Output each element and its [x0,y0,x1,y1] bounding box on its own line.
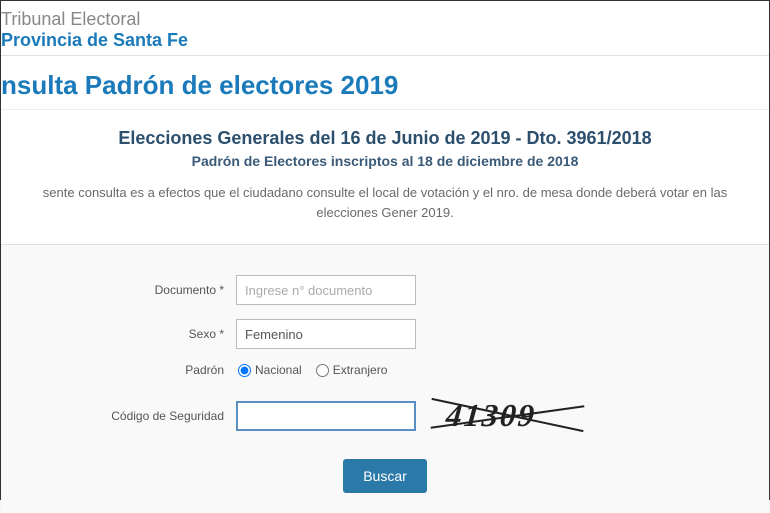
codigo-label: Código de Seguridad [21,409,236,423]
padron-row: Padrón Nacional Extranjero [21,363,749,377]
captcha-image: 41309 [428,391,578,441]
padron-nacional-radio[interactable] [238,364,251,377]
button-row: Buscar [21,459,749,493]
padron-extranjero-radio[interactable] [316,364,329,377]
election-description: sente consulta es a efectos que el ciuda… [11,183,759,222]
sexo-row: Sexo * [21,319,749,349]
header-org-line2: Provincia de Santa Fe [1,30,769,51]
padron-label: Padrón [21,363,236,377]
documento-label: Documento * [21,283,236,297]
padron-nacional-label[interactable]: Nacional [255,363,302,377]
page-title: nsulta Padrón de electores 2019 [1,56,769,110]
sexo-select[interactable] [236,319,416,349]
election-title: Elecciones Generales del 16 de Junio de … [11,128,759,149]
election-subtitle: Padrón de Electores inscriptos al 18 de … [11,153,759,169]
site-header: Tribunal Electoral Provincia de Santa Fe [1,1,769,56]
padron-radio-group: Nacional Extranjero [236,363,395,377]
padron-extranjero-label[interactable]: Extranjero [333,363,388,377]
sexo-label: Sexo * [21,327,236,341]
header-org-line1: Tribunal Electoral [1,9,769,30]
documento-input[interactable] [236,275,416,305]
codigo-row: Código de Seguridad 41309 [21,391,749,441]
codigo-input[interactable] [236,401,416,431]
buscar-button[interactable]: Buscar [343,459,427,493]
search-form: Documento * Sexo * Padrón Nacional Extra… [1,245,769,513]
info-section: Elecciones Generales del 16 de Junio de … [1,110,769,245]
documento-row: Documento * [21,275,749,305]
